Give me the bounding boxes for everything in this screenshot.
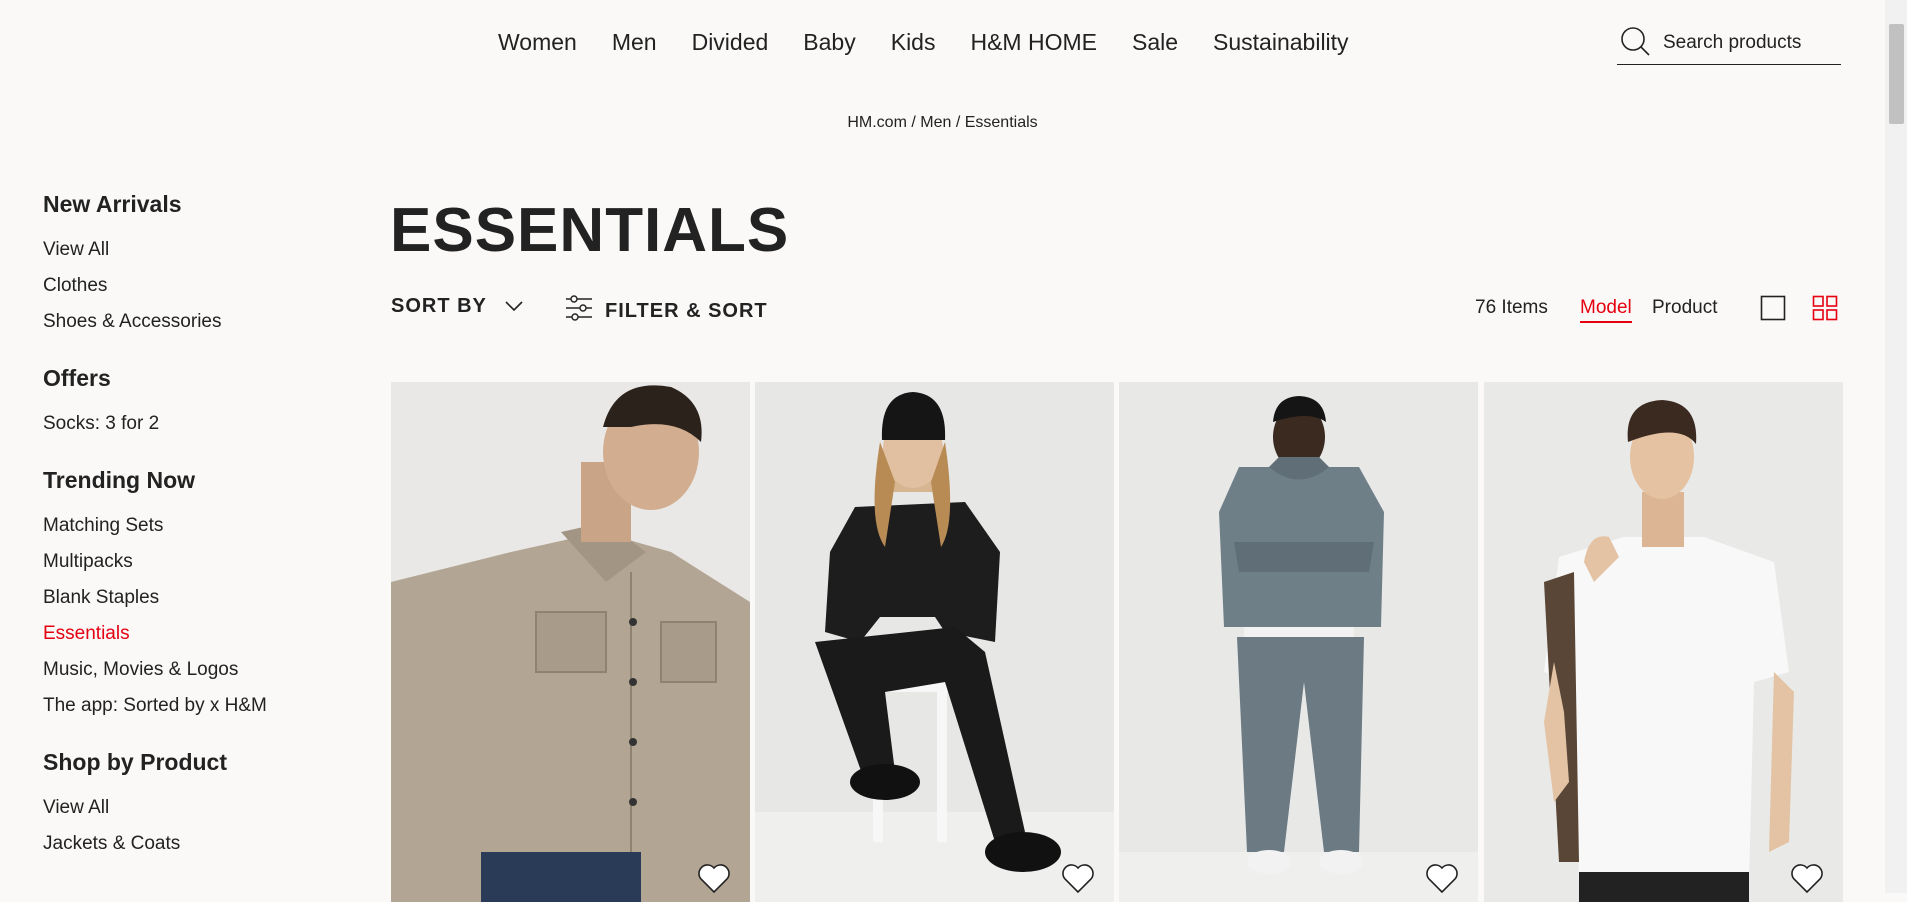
breadcrumb-home[interactable]: HM.com [847, 114, 907, 131]
filter-sort-button[interactable]: FILTER & SORT [565, 295, 768, 327]
product-toolbar: SORT BY FILTER & SORT 76 Items Model Pro… [391, 295, 1843, 331]
sidebar-item-blank-staples[interactable]: Blank Staples [43, 580, 343, 616]
heart-icon[interactable] [1424, 860, 1460, 901]
page-scrollbar[interactable] [1885, 0, 1907, 893]
product-card[interactable] [755, 382, 1114, 902]
heart-icon[interactable] [696, 860, 732, 901]
scrollbar-thumb[interactable] [1889, 24, 1904, 124]
sidebar-heading: Trending Now [43, 467, 196, 493]
sidebar-heading: Offers [43, 365, 111, 391]
sort-by-button[interactable]: SORT BY [391, 295, 523, 318]
nav-men[interactable]: Men [612, 22, 657, 62]
sidebar-heading: New Arrivals [43, 191, 182, 217]
nav-links: Women Men Divided Baby Kids H&M HOME Sal… [498, 22, 1384, 62]
filter-sliders-icon [565, 295, 605, 327]
product-image [391, 382, 750, 902]
product-card[interactable] [1119, 382, 1478, 902]
nav-divided[interactable]: Divided [692, 22, 769, 62]
single-view-icon[interactable] [1760, 295, 1786, 326]
sidebar-section-offers: Offers Socks: 3 for 2 [43, 364, 343, 442]
sidebar-item-view-all[interactable]: View All [43, 232, 343, 268]
breadcrumb: HM.com / Men / Essentials [0, 114, 1885, 132]
sidebar-item-multipacks[interactable]: Multipacks [43, 544, 343, 580]
product-image [1484, 382, 1843, 902]
search-icon[interactable] [1617, 25, 1651, 62]
items-count: 76 Items [1475, 297, 1548, 318]
sidebar-item-shoes-accessories[interactable]: Shoes & Accessories [43, 304, 343, 340]
filter-sort-label: FILTER & SORT [605, 299, 768, 322]
breadcrumb-separator: / [951, 114, 965, 131]
sidebar-item-clothes[interactable]: Clothes [43, 268, 343, 304]
breadcrumb-men[interactable]: Men [920, 114, 951, 131]
page-title: ESSENTIALS [390, 196, 790, 265]
search-bar[interactable] [1617, 22, 1845, 65]
sidebar-item-matching-sets[interactable]: Matching Sets [43, 508, 343, 544]
sidebar-item-socks[interactable]: Socks: 3 for 2 [43, 406, 343, 442]
sidebar-item-view-all-products[interactable]: View All [43, 790, 343, 826]
sidebar: New Arrivals View All Clothes Shoes & Ac… [43, 190, 343, 886]
nav-sale[interactable]: Sale [1132, 22, 1178, 62]
heart-icon[interactable] [1060, 860, 1096, 901]
grid-view-icon[interactable] [1812, 295, 1838, 326]
product-card[interactable] [1484, 382, 1843, 902]
main-navigation: Women Men Divided Baby Kids H&M HOME Sal… [0, 22, 1880, 65]
nav-hm-home[interactable]: H&M HOME [970, 22, 1097, 62]
search-input[interactable] [1661, 31, 1845, 55]
sort-by-label: SORT BY [391, 295, 487, 317]
sidebar-item-essentials[interactable]: Essentials [43, 616, 343, 652]
view-product-toggle[interactable]: Product [1652, 297, 1717, 319]
sidebar-heading: Shop by Product [43, 749, 227, 775]
sidebar-item-music-movies-logos[interactable]: Music, Movies & Logos [43, 652, 343, 688]
sidebar-section-new-arrivals: New Arrivals View All Clothes Shoes & Ac… [43, 190, 343, 340]
product-image [1119, 382, 1478, 902]
sidebar-item-jackets-coats[interactable]: Jackets & Coats [43, 826, 343, 862]
breadcrumb-separator: / [906, 114, 921, 131]
view-model-toggle[interactable]: Model [1580, 297, 1632, 323]
sidebar-section-trending: Trending Now Matching Sets Multipacks Bl… [43, 466, 343, 724]
product-grid [391, 382, 1843, 902]
sidebar-item-the-app[interactable]: The app: Sorted by x H&M [43, 688, 343, 724]
chevron-down-icon [487, 295, 523, 318]
heart-icon[interactable] [1789, 860, 1825, 901]
product-image [755, 382, 1114, 902]
nav-women[interactable]: Women [498, 22, 577, 62]
nav-kids[interactable]: Kids [891, 22, 936, 62]
sidebar-section-shop-by-product: Shop by Product View All Jackets & Coats [43, 748, 343, 862]
nav-baby[interactable]: Baby [803, 22, 855, 62]
nav-sustainability[interactable]: Sustainability [1213, 22, 1349, 62]
product-card[interactable] [391, 382, 750, 902]
breadcrumb-current[interactable]: Essentials [965, 114, 1038, 131]
